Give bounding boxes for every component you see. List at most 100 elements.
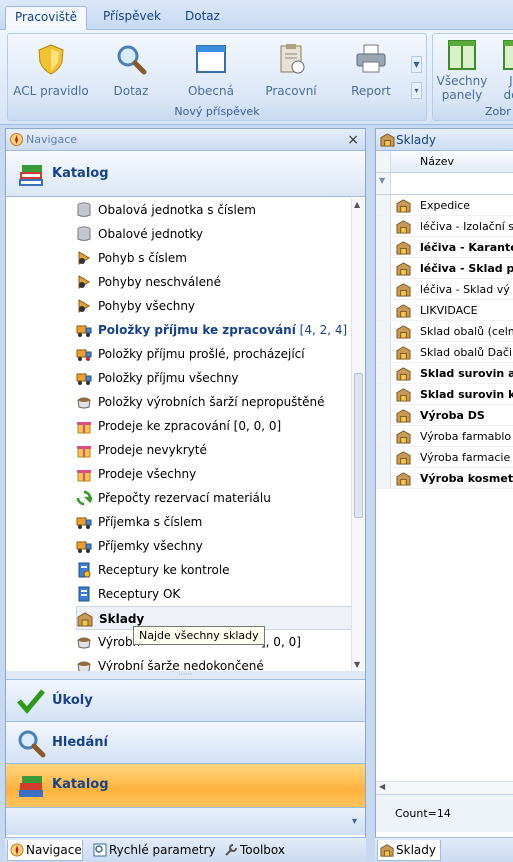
tree-scroll-thumb[interactable]	[354, 373, 363, 518]
table-cell-nazev: Výroba DS	[420, 409, 485, 422]
nav-button-ukoly[interactable]: Úkoly	[6, 679, 365, 721]
grid-header-bar: Sklady	[376, 129, 513, 151]
nav-button-label: Úkoly	[52, 693, 93, 708]
tree-item-polozky-prijmu-ke-zpracovani[interactable]: Položky příjmu ke zpracování [4, 2, 4]	[76, 318, 347, 342]
table-row[interactable]: Sklad surovin k	[376, 384, 513, 405]
tree-item-receptury-ke-kontrole[interactable]: Receptury ke kontrole	[76, 558, 230, 582]
tab-prispevek[interactable]: Příspěvek	[94, 6, 170, 30]
scroll-down-icon[interactable]: ▼	[354, 660, 360, 669]
tree-item-obalova-jednotka[interactable]: Obalová jednotka s číslem	[76, 198, 256, 222]
table-row[interactable]: Expedice	[376, 195, 513, 216]
close-icon[interactable]: ×	[347, 129, 359, 151]
katalog-section-header[interactable]: Katalog	[6, 151, 365, 197]
detail-label-1: Jer	[509, 74, 513, 88]
books-icon	[19, 165, 43, 186]
table-row[interactable]: léčiva - Sklad p	[376, 258, 513, 279]
tree-item-polozky-prijmu-vsechny[interactable]: Položky příjmu všechny	[76, 366, 239, 390]
table-row[interactable]: Výroba farmacie	[376, 447, 513, 468]
tree-item-pohyby-vsechny[interactable]: Pohyby všechny	[76, 294, 195, 318]
grid-column-header[interactable]: Název	[376, 151, 513, 173]
tree-item-label: Prodeje všechny	[98, 467, 197, 481]
tree-item-pohyb-s-cislem[interactable]: Pohyb s číslem	[76, 246, 187, 270]
nav-button-label: Katalog	[52, 777, 109, 792]
tree-item-prijemky-vsechny[interactable]: Příjemky všechny	[76, 534, 203, 558]
tree-item-label: Receptury ke kontrole	[98, 563, 230, 577]
group-label-view: Zobr	[485, 105, 511, 118]
table-row[interactable]: Sklad obalů (celn	[376, 321, 513, 342]
detail-button[interactable]: Jer deta	[491, 36, 513, 102]
row-indicator	[376, 405, 391, 425]
tree-item-receptury-ok[interactable]: Receptury OK	[76, 582, 180, 606]
tab-toolbox[interactable]: Toolbox	[222, 840, 285, 861]
column-nazev[interactable]: Název	[420, 151, 454, 173]
report-button[interactable]: Report	[331, 38, 411, 102]
tree-item-prodeje-nevykryte[interactable]: Prodeje nevykryté	[76, 438, 207, 462]
table-row[interactable]: Výroba DS	[376, 405, 513, 426]
table-row[interactable]: léčiva - Karante	[376, 237, 513, 258]
tree-item-pohyby-neschvalene[interactable]: Pohyby neschválené	[76, 270, 221, 294]
tree-item-vyrobni-sarze[interactable]: Výrobn ], 0, 0]	[76, 630, 301, 654]
tree-item-label: Příjemka s číslem	[98, 515, 203, 529]
table-cell-nazev: Výroba kosmet	[420, 472, 513, 485]
tab-sklady-label: Sklady	[396, 843, 436, 857]
scroll-left-icon[interactable]: ◀	[379, 782, 385, 791]
ribbon-scroll-down[interactable]: ▼	[411, 56, 422, 73]
truck-icon	[76, 517, 92, 529]
nav-more-button[interactable]: ▾	[6, 807, 365, 835]
table-row[interactable]: Výroba farmablo	[376, 426, 513, 447]
panel-splitter[interactable]: ⋯⋯	[6, 671, 365, 679]
warehouse-icon	[396, 451, 411, 465]
tab-navigace-label: Navigace	[26, 843, 82, 857]
tree-scrollbar[interactable]: ▲ ▼	[351, 198, 365, 671]
horizontal-scrollbar[interactable]: ◀	[376, 781, 513, 794]
magnifier-icon	[18, 730, 46, 758]
scroll-up-icon[interactable]: ▲	[354, 200, 360, 209]
ribbon: ACL pravidlo Dotaz Obecná Pracovní Repor…	[0, 30, 513, 125]
table-row[interactable]: Sklad surovin a	[376, 363, 513, 384]
tab-sklady[interactable]: Sklady	[377, 840, 441, 861]
table-row[interactable]: Výroba kosmet	[376, 468, 513, 489]
ribbon-expand[interactable]: ▾	[411, 82, 422, 99]
tree-item-polozky-prijmu-prosle[interactable]: Položky příjmu prošlé, procházející	[76, 342, 305, 366]
row-indicator	[376, 384, 391, 404]
filter-row[interactable]: ▼	[376, 173, 513, 195]
warehouse-icon	[396, 367, 411, 381]
table-cell-nazev: léčiva - Sklad vý	[420, 283, 510, 296]
query-button[interactable]: Dotaz	[91, 38, 171, 102]
tree-item-polozky-vyrobnich-sarzi[interactable]: Položky výrobních šarží nepropuštěné	[76, 390, 325, 414]
tab-pracoviste[interactable]: Pracoviště	[5, 6, 88, 31]
tree-item-obalove-jednotky[interactable]: Obalové jednotky	[76, 222, 203, 246]
tab-dotaz[interactable]: Dotaz	[176, 6, 229, 30]
tab-rychle-parametry[interactable]: Rychlé parametry	[91, 840, 216, 861]
row-indicator	[376, 363, 391, 383]
acl-rule-button[interactable]: ACL pravidlo	[11, 38, 91, 102]
nav-button-katalog[interactable]: Katalog	[6, 763, 365, 807]
tree-item-prodeje-ke-zpracovani[interactable]: Prodeje ke zpracování [0, 0, 0]	[76, 414, 281, 438]
nav-button-hledani[interactable]: Hledání	[6, 721, 365, 763]
panels-icon	[448, 40, 476, 70]
table-row[interactable]: léčiva - Sklad vý	[376, 279, 513, 300]
tree-item-prijemka-s-cislem[interactable]: Příjemka s číslem	[76, 510, 202, 534]
query-label: Dotaz	[113, 84, 149, 98]
row-indicator-header	[376, 151, 391, 172]
tree-item-vyrobni-sarze-nedokoncene[interactable]: Výrobní šarže nedokončené	[76, 654, 264, 671]
parameters-icon	[93, 843, 107, 857]
table-cell-nazev: léčiva - Sklad p	[420, 262, 513, 275]
table-row[interactable]: LIKVIDACE	[376, 300, 513, 321]
truck-icon	[76, 373, 92, 385]
work-button[interactable]: Pracovní	[251, 38, 331, 102]
tree-item-label: Sklady	[99, 612, 145, 626]
general-button[interactable]: Obecná	[171, 38, 251, 102]
tree-item-prodeje-vsechny[interactable]: Prodeje všechny	[76, 462, 196, 486]
recipe-icon	[78, 562, 91, 578]
books-icon	[19, 776, 43, 797]
table-row[interactable]: Sklad obalů Dači	[376, 342, 513, 363]
table-row[interactable]: léčiva - Izolační s	[376, 216, 513, 237]
tree-item-prepocty-rezervaci[interactable]: Přepočty rezervací materiálu	[76, 486, 271, 510]
all-panels-label-1: Všechny	[436, 74, 488, 88]
tree-item-label: Receptury OK	[98, 587, 181, 601]
table-cell-nazev: Sklad surovin k	[420, 388, 513, 401]
tree-item-counts: [4, 2, 4]	[299, 323, 348, 337]
tab-navigace[interactable]: Navigace	[7, 840, 83, 861]
all-panels-button[interactable]: Všechny panely	[436, 36, 488, 102]
